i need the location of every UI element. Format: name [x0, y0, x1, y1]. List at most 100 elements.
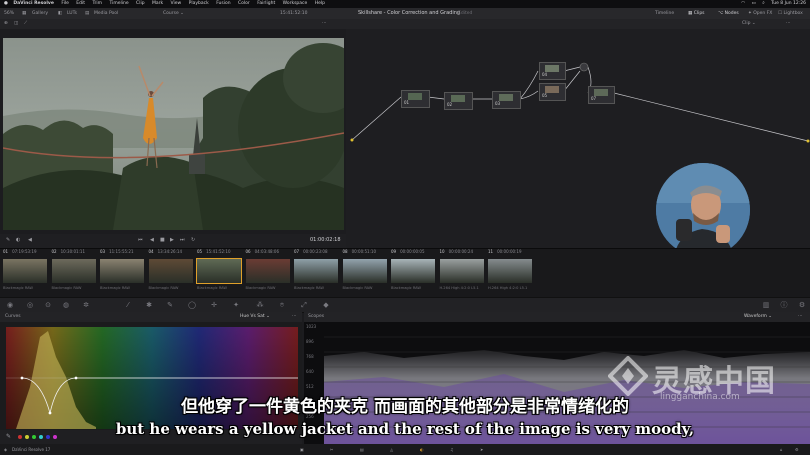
menu-view[interactable]: View: [171, 0, 182, 8]
menu-help[interactable]: Help: [315, 0, 325, 8]
clips-button[interactable]: ▦ Clips: [688, 8, 705, 19]
lightbox-button[interactable]: ☐ Lightbox: [778, 8, 803, 19]
color-warper-icon[interactable]: ✱: [145, 301, 153, 309]
edit-page-icon[interactable]: ▤: [360, 444, 364, 455]
parallel-mixer-node[interactable]: [579, 62, 589, 72]
timeline-button[interactable]: Timeline: [655, 8, 674, 19]
nodes-button[interactable]: ⌥ Nodes: [718, 8, 739, 19]
timeline-dropdown[interactable]: Course ⌄: [163, 8, 184, 19]
color-wheels-icon[interactable]: ⊙: [44, 301, 52, 309]
sizing-icon[interactable]: ⤢: [300, 301, 308, 309]
fusion-page-icon[interactable]: ◬: [390, 444, 393, 455]
openfx-button[interactable]: ✦ Open FX: [748, 8, 772, 19]
scopes-options-icon[interactable]: ⋯: [798, 312, 803, 322]
curves-mode-dropdown[interactable]: Hue Vs Sat ⌄: [240, 312, 270, 322]
menu-app-name[interactable]: DaVinci Resolve: [13, 0, 54, 8]
home-icon[interactable]: ⌂: [780, 444, 783, 455]
clip-thumbnail[interactable]: [196, 258, 242, 284]
menu-fairlight[interactable]: Fairlight: [257, 0, 275, 8]
menu-workspace[interactable]: Workspace: [283, 0, 308, 8]
highlight-tool-icon[interactable]: ⊕: [4, 19, 8, 29]
blur-icon[interactable]: ⁂: [256, 301, 264, 309]
media-pool-button[interactable]: Media Pool: [94, 8, 118, 19]
step-back-icon[interactable]: ◀: [150, 237, 154, 243]
fairlight-page-icon[interactable]: ♫: [450, 444, 454, 455]
project-settings-icon[interactable]: ⚙: [795, 444, 799, 455]
play-icon[interactable]: ▶: [170, 237, 174, 243]
clip-thumbnail[interactable]: [148, 259, 193, 283]
motion-effects-icon[interactable]: ✲: [82, 301, 90, 309]
apple-icon[interactable]: ●: [4, 0, 8, 8]
node-03[interactable]: 03: [492, 91, 521, 109]
clip-thumbnail[interactable]: [439, 259, 484, 283]
menu-color[interactable]: Color: [238, 0, 250, 8]
menu-trim[interactable]: Trim: [92, 0, 102, 8]
rgb-mixer-icon[interactable]: ◍: [62, 301, 70, 309]
menu-timeline[interactable]: Timeline: [109, 0, 128, 8]
clock[interactable]: Tue 8 Jun 12:26: [771, 1, 806, 6]
media-page-icon[interactable]: ▣: [300, 444, 304, 455]
menu-fusion[interactable]: Fusion: [216, 0, 230, 8]
skip-end-icon[interactable]: ⏭: [180, 237, 185, 243]
clip-thumbnail[interactable]: [51, 259, 96, 283]
tracker-icon[interactable]: ✛: [210, 301, 218, 309]
viewer-options-icon[interactable]: ⋯: [322, 19, 327, 29]
menu-clip[interactable]: Clip: [136, 0, 145, 8]
deliver-page-icon[interactable]: ➤: [480, 444, 483, 455]
clip-thumbnail[interactable]: [488, 259, 532, 283]
qualifier-icon[interactable]: ✎: [166, 301, 174, 309]
zoom-level[interactable]: 56%: [4, 8, 14, 19]
curves-icon[interactable]: ⁄: [124, 301, 132, 309]
magic-mask-icon[interactable]: ✦: [232, 301, 240, 309]
wipe-icon[interactable]: ⟋: [24, 19, 27, 29]
clip-number: 04: [148, 249, 154, 254]
split-screen-icon[interactable]: ◫: [14, 19, 18, 29]
curves-options-icon[interactable]: ⋯: [292, 312, 297, 322]
media-pool-icon[interactable]: ▤: [85, 8, 89, 19]
menu-edit[interactable]: Edit: [76, 0, 85, 8]
loop-icon[interactable]: ↻: [191, 237, 195, 243]
clip-thumbnail[interactable]: [245, 259, 290, 283]
viewer-image[interactable]: [3, 38, 344, 230]
scopes-toggle-icon[interactable]: ▥: [762, 301, 770, 309]
clip-thumbnail[interactable]: [3, 259, 47, 283]
camera-raw-icon[interactable]: ◉: [6, 301, 14, 309]
clip-thumbnail[interactable]: [342, 259, 387, 283]
node-02[interactable]: 02: [444, 92, 473, 110]
clip-thumbnail[interactable]: [391, 259, 435, 283]
node-01[interactable]: 01: [401, 90, 430, 108]
skip-start-icon[interactable]: ⏮: [138, 237, 143, 243]
picker-icon[interactable]: ✎: [6, 237, 10, 243]
curve-point[interactable]: [20, 376, 24, 380]
stop-icon[interactable]: ■: [160, 237, 165, 243]
gallery-icon[interactable]: ▦: [22, 8, 26, 19]
clip-thumbnail[interactable]: [294, 259, 338, 283]
node-04[interactable]: 04: [539, 62, 566, 80]
key-icon[interactable]: ⌾: [278, 301, 286, 309]
clip-mode-dropdown[interactable]: Clip ⌄: [742, 19, 756, 29]
settings-icon[interactable]: ⚙: [798, 301, 806, 309]
color-page-icon[interactable]: ◐: [420, 444, 424, 455]
curve-point[interactable]: [74, 376, 78, 380]
volume-icon[interactable]: ◀: [28, 237, 32, 243]
luts-button[interactable]: LUTs: [67, 8, 77, 19]
window-icon[interactable]: ◯: [188, 301, 196, 309]
cut-page-icon[interactable]: ✂: [330, 444, 333, 455]
color-match-icon[interactable]: ◎: [26, 301, 34, 309]
wifi-icon[interactable]: ◠: [741, 1, 745, 6]
clip-thumbnail[interactable]: [100, 259, 144, 283]
node-options-icon[interactable]: ⋯: [786, 19, 791, 29]
search-icon[interactable]: ⌕: [762, 1, 765, 6]
battery-icon[interactable]: ▭: [751, 1, 755, 6]
menu-mark[interactable]: Mark: [152, 0, 163, 8]
menu-playback[interactable]: Playback: [189, 0, 209, 8]
scopes-mode-dropdown[interactable]: Waveform ⌄: [744, 312, 772, 322]
info-icon[interactable]: ⓘ: [780, 301, 788, 309]
gallery-button[interactable]: Gallery: [32, 8, 48, 19]
node-05[interactable]: 05: [539, 83, 566, 101]
menu-file[interactable]: File: [61, 0, 69, 8]
3d-icon[interactable]: ◆: [322, 301, 330, 309]
audio-icon[interactable]: ◐: [16, 237, 20, 243]
node-07[interactable]: 07: [588, 86, 615, 104]
luts-icon[interactable]: ◧: [58, 8, 62, 19]
